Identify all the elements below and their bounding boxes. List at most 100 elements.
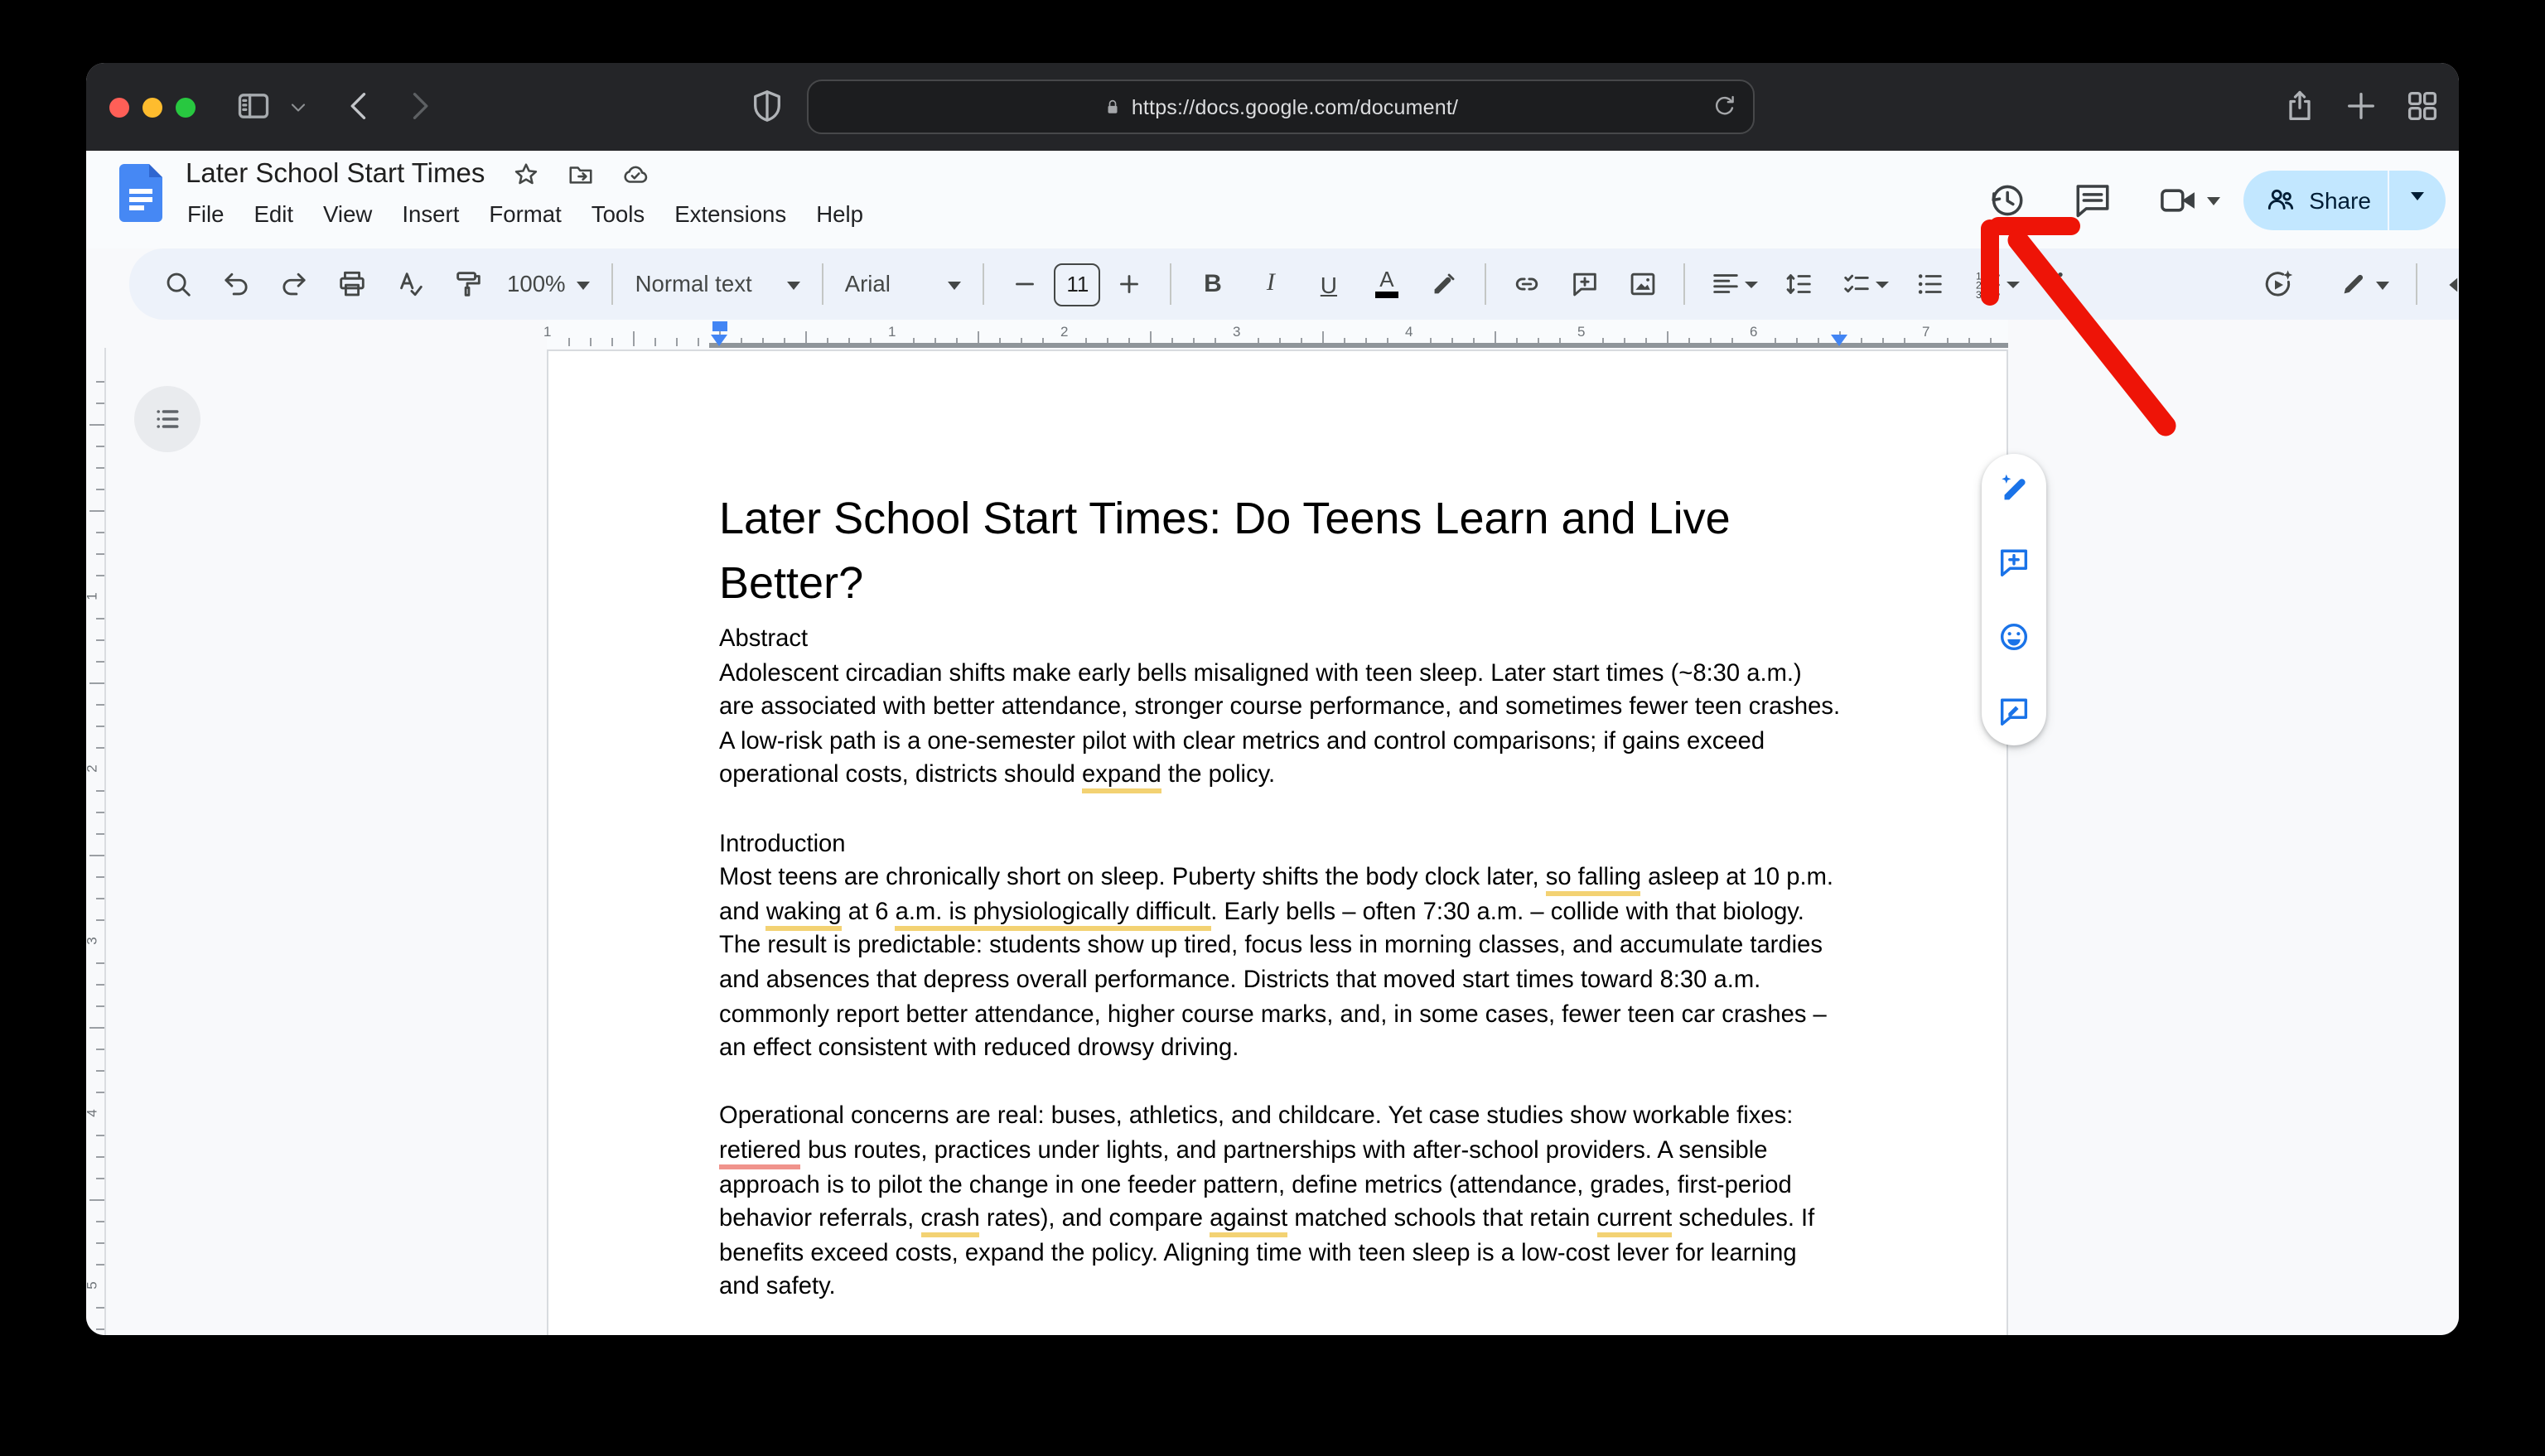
zoom-select[interactable]: 100% <box>497 272 601 297</box>
window-minimize-button[interactable] <box>142 97 162 117</box>
spell-check-button[interactable] <box>389 263 431 305</box>
ruler-tick <box>96 1242 104 1244</box>
bold-button[interactable]: B <box>1192 263 1234 305</box>
document-title[interactable]: Later School Start Times <box>186 159 485 190</box>
menu-format[interactable]: Format <box>474 197 576 232</box>
ruler-tick <box>96 446 104 447</box>
align-left-icon <box>1710 268 1741 300</box>
search-menus-button[interactable] <box>157 263 199 305</box>
paragraph: Adolescent circadian shifts make early b… <box>719 657 1842 793</box>
right-indent-marker[interactable] <box>1831 334 1847 345</box>
checklist-icon <box>1841 268 1872 300</box>
page-body-text[interactable]: Abstract Adolescent circadian shifts mak… <box>719 623 1842 1305</box>
menu-tools[interactable]: Tools <box>577 197 659 232</box>
share-button[interactable]: Share <box>2243 170 2446 229</box>
text-color-button[interactable]: A <box>1366 263 1408 305</box>
ruler-page-span-bar <box>709 343 2008 347</box>
meet-call-control[interactable] <box>2135 178 2219 221</box>
suggest-edits-button[interactable] <box>1997 694 2031 729</box>
underline-button[interactable]: U <box>1308 263 1350 305</box>
address-url[interactable]: https://docs.google.com/document/ <box>1132 95 1458 118</box>
emoji-reaction-button[interactable] <box>1997 620 2031 654</box>
insert-link-button[interactable] <box>1507 263 1548 305</box>
forward-button-icon[interactable] <box>401 88 437 124</box>
numbered-list-button[interactable]: 1 2 3 <box>1968 263 2024 305</box>
ruler-number: 6 <box>1750 323 1757 340</box>
vertical-ruler[interactable]: 12345 <box>86 348 106 1335</box>
privacy-shield-icon[interactable] <box>749 88 785 124</box>
docs-app-icon[interactable] <box>119 164 162 222</box>
comment-add-icon <box>1570 268 1601 300</box>
cloud-saved-icon[interactable] <box>621 161 649 189</box>
ruler-tick <box>96 812 104 813</box>
share-export-icon[interactable] <box>2282 88 2318 124</box>
ruler-tick <box>89 510 104 512</box>
font-size-increase-button[interactable] <box>1109 263 1151 305</box>
bulleted-list-button[interactable] <box>1910 263 1951 305</box>
menu-insert[interactable]: Insert <box>387 197 474 232</box>
show-outline-button[interactable] <box>134 386 200 452</box>
toolbar-divider <box>1485 263 1487 305</box>
redo-button[interactable] <box>273 263 315 305</box>
move-to-folder-icon[interactable] <box>566 161 594 189</box>
page-title[interactable]: Later School Start Times: Do Teens Learn… <box>719 487 1862 616</box>
undo-button[interactable] <box>215 263 257 305</box>
editing-mode-button[interactable] <box>2330 263 2396 305</box>
version-history-icon[interactable] <box>1984 178 2027 221</box>
slideshow-gemini-button[interactable] <box>2257 263 2298 305</box>
checklist-caret-icon <box>1876 282 1889 295</box>
window-close-button[interactable] <box>109 97 129 117</box>
insert-image-button[interactable] <box>1623 263 1664 305</box>
left-indent-marker[interactable] <box>711 334 727 345</box>
font-select[interactable]: Arial <box>835 272 972 297</box>
comments-icon[interactable] <box>2070 178 2113 221</box>
ruler-tick <box>89 682 104 684</box>
address-bar[interactable]: https://docs.google.com/document/ <box>807 80 1755 134</box>
ruler-tick <box>96 1307 104 1309</box>
share-dropdown-button[interactable] <box>2389 192 2446 207</box>
add-comment-button[interactable] <box>1565 263 1606 305</box>
ruler-number: 3 <box>86 937 100 944</box>
ruler-tick <box>96 467 104 469</box>
back-button-icon[interactable] <box>341 88 378 124</box>
sidebar-toggle-icon[interactable] <box>235 88 272 124</box>
paint-format-button[interactable] <box>447 263 489 305</box>
ruler-tick <box>698 338 699 346</box>
checklist-button[interactable] <box>1837 263 1893 305</box>
menu-help[interactable]: Help <box>801 197 878 232</box>
text-run: at 6 <box>842 899 896 926</box>
more-options-button[interactable] <box>2040 263 2082 305</box>
paragraph-style-select[interactable]: Normal text <box>625 272 810 297</box>
ruler-tick <box>96 661 104 663</box>
paragraph-gap <box>719 1066 1842 1100</box>
ruler-tick <box>89 424 104 426</box>
print-button[interactable] <box>331 263 373 305</box>
menu-view[interactable]: View <box>308 197 387 232</box>
tab-overview-icon[interactable] <box>2404 88 2441 124</box>
italic-button[interactable]: I <box>1250 263 1292 305</box>
sidebar-chevron-down-icon[interactable] <box>287 96 310 119</box>
pencil-icon <box>2337 268 2369 300</box>
ruler-number: 1 <box>888 323 896 340</box>
menu-file[interactable]: File <box>172 197 239 232</box>
first-line-indent-marker[interactable] <box>712 321 727 331</box>
marked-text-run: crash <box>920 1206 979 1237</box>
menu-edit[interactable]: Edit <box>239 197 308 232</box>
ruler-tick <box>96 833 104 835</box>
reload-icon[interactable] <box>1712 93 1738 119</box>
align-button[interactable] <box>1706 263 1762 305</box>
menu-extensions[interactable]: Extensions <box>659 197 801 232</box>
ruler-tick <box>96 1049 104 1050</box>
ruler-tick <box>96 1070 104 1072</box>
numbered-list-icon: 1 2 3 <box>1972 268 2003 300</box>
hide-menus-chevron-icon[interactable] <box>2442 272 2459 296</box>
window-zoom-button[interactable] <box>176 97 196 117</box>
new-tab-plus-icon[interactable] <box>2343 88 2379 124</box>
font-size-decrease-button[interactable] <box>1005 263 1046 305</box>
line-spacing-button[interactable] <box>1779 263 1820 305</box>
star-icon[interactable] <box>511 161 539 189</box>
add-comment-side-button[interactable] <box>1997 545 2031 580</box>
help-me-write-button[interactable] <box>1997 470 2031 505</box>
font-size-field[interactable]: 11 <box>1055 263 1101 306</box>
highlight-color-button[interactable] <box>1424 263 1466 305</box>
